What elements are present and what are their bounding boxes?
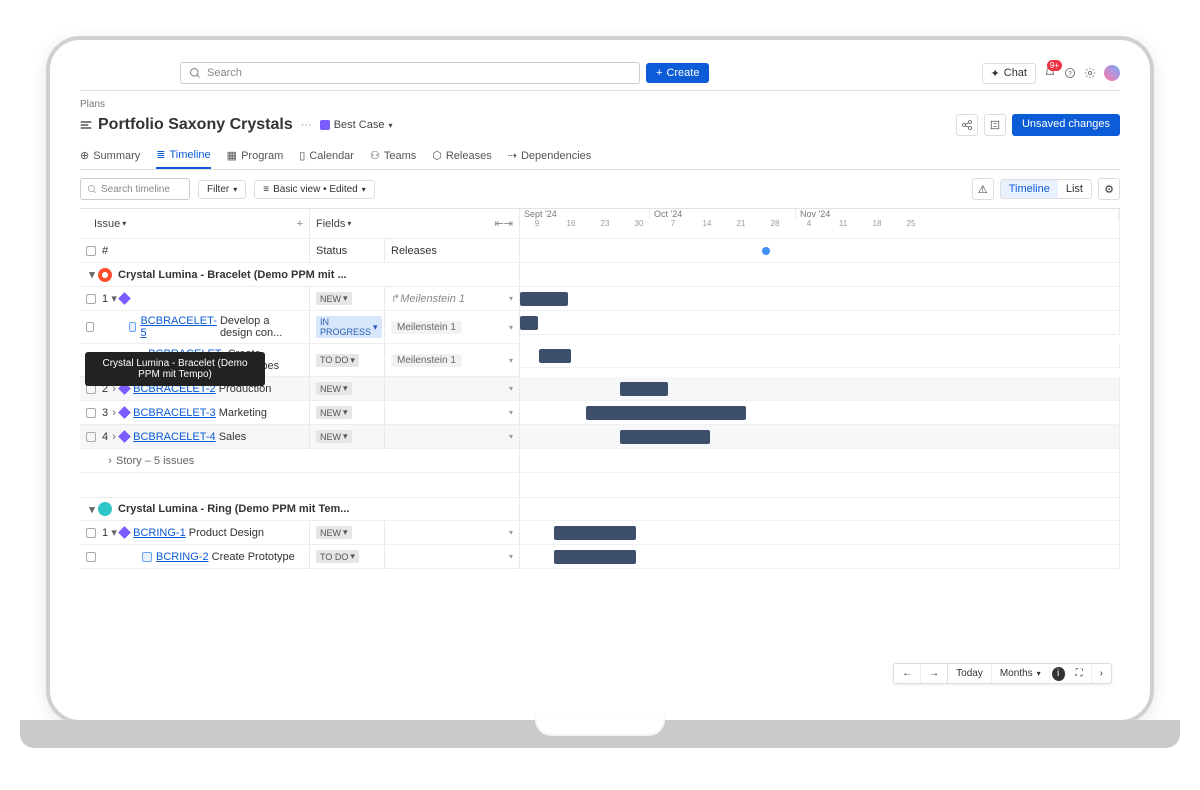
toggle-timeline[interactable]: Timeline — [1001, 180, 1058, 198]
filter-button[interactable]: Filter▾ — [198, 180, 246, 199]
epic-icon — [118, 292, 131, 305]
tab-calendar[interactable]: ▯Calendar — [299, 144, 354, 169]
tab-summary[interactable]: ⊕Summary — [80, 144, 140, 169]
table-row[interactable]: BCRING-2 Create Prototype — [80, 545, 310, 569]
configure-button[interactable]: ⚙ — [1098, 178, 1120, 200]
table-row[interactable]: 3›BCBRACELET-3 Marketing — [80, 401, 310, 425]
chevron-down-icon: ▾ — [388, 121, 392, 130]
col-status-header: Status — [310, 239, 385, 263]
help-icon[interactable]: ? — [1064, 67, 1076, 79]
col-releases-header: Releases — [385, 239, 520, 263]
chevron-down-icon[interactable]: ▾ — [88, 271, 96, 279]
warning-button[interactable]: ⚠ — [972, 178, 994, 200]
view-toggle[interactable]: Timeline List — [1000, 179, 1092, 199]
project-icon — [98, 502, 112, 516]
timeline-footer-controls: ← → Today Months ▾ i ⛶ › — [893, 663, 1112, 684]
settings-icon[interactable] — [1084, 67, 1096, 79]
view-tabs: ⊕Summary ≣Timeline ▦Program ▯Calendar ⚇T… — [80, 144, 1120, 170]
create-button[interactable]: + Create — [646, 63, 709, 83]
tooltip: Crystal Lumina - Bracelet (Demo PPM mit … — [85, 352, 265, 386]
scroll-left-button[interactable]: ← — [894, 664, 921, 683]
notif-badge: 9+ — [1047, 60, 1062, 71]
task-icon — [129, 322, 137, 332]
scenario-color — [320, 120, 330, 130]
share-button[interactable] — [956, 114, 978, 136]
timeline-search[interactable]: Search timeline — [80, 178, 190, 200]
search-placeholder: Search — [207, 67, 242, 79]
search-icon — [189, 67, 201, 79]
tab-dependencies[interactable]: ⇢Dependencies — [508, 144, 592, 169]
breadcrumb[interactable]: Plans — [80, 99, 1120, 110]
plus-icon: + — [656, 67, 662, 79]
page-title: Portfolio Saxony Crystals — [80, 116, 293, 134]
avatar[interactable] — [1104, 65, 1120, 81]
today-button[interactable]: Today — [948, 664, 992, 683]
more-icon[interactable]: ··· — [301, 119, 312, 131]
plan-icon — [80, 119, 92, 131]
scroll-right-button[interactable]: → — [921, 664, 948, 683]
search-icon — [87, 184, 97, 194]
col-issue[interactable]: Issue ▾+ — [80, 209, 310, 239]
scroll-next-button[interactable]: › — [1092, 664, 1111, 683]
chat-icon: ✦ — [991, 67, 1000, 80]
tab-releases[interactable]: ⬡Releases — [432, 144, 491, 169]
zoom-select[interactable]: Months ▾ — [992, 664, 1050, 683]
project-row-1[interactable]: ▾ Crystal Lumina - Bracelet (Demo PPM mi… — [80, 263, 520, 287]
export-button[interactable] — [984, 114, 1006, 136]
project-icon — [98, 268, 112, 282]
table-row[interactable]: 1▾ — [80, 287, 310, 311]
chat-button[interactable]: ✦ Chat — [982, 63, 1036, 84]
scenario-picker[interactable]: Best Case ▾ — [320, 119, 393, 131]
tab-program[interactable]: ▦Program — [227, 144, 284, 169]
fullscreen-button[interactable]: ⛶ — [1068, 664, 1092, 683]
table-row[interactable]: 1▾BCRING-1 Product Design — [80, 521, 310, 545]
story-row[interactable]: ›Story – 5 issues — [80, 449, 520, 473]
global-search[interactable]: Search — [180, 62, 640, 84]
gantt-header-row — [520, 239, 1120, 263]
tab-teams[interactable]: ⚇Teams — [370, 144, 416, 169]
table-row[interactable]: 4›BCBRACELET-4 Sales — [80, 425, 310, 449]
notifications-button[interactable]: 9+ — [1044, 66, 1056, 81]
tab-timeline[interactable]: ≣Timeline — [156, 144, 210, 169]
info-button[interactable]: i — [1052, 667, 1066, 681]
row-hash: # — [80, 239, 310, 263]
toggle-list[interactable]: List — [1058, 180, 1091, 198]
project-row-2[interactable]: ▾ Crystal Lumina - Ring (Demo PPM mit Te… — [80, 497, 520, 521]
svg-text:?: ? — [1068, 71, 1072, 77]
timeline-header: Sept '24 Oct '24 Nov '24 9162330 7142128… — [520, 209, 1120, 239]
unsaved-changes-button[interactable]: Unsaved changes — [1012, 114, 1120, 136]
col-fields[interactable]: Fields ▾⇤⇥ — [310, 209, 520, 239]
table-row[interactable]: BCBRACELET-5 Develop a design con... — [80, 311, 310, 344]
view-button[interactable]: ≡Basic view • Edited▾ — [254, 180, 375, 199]
